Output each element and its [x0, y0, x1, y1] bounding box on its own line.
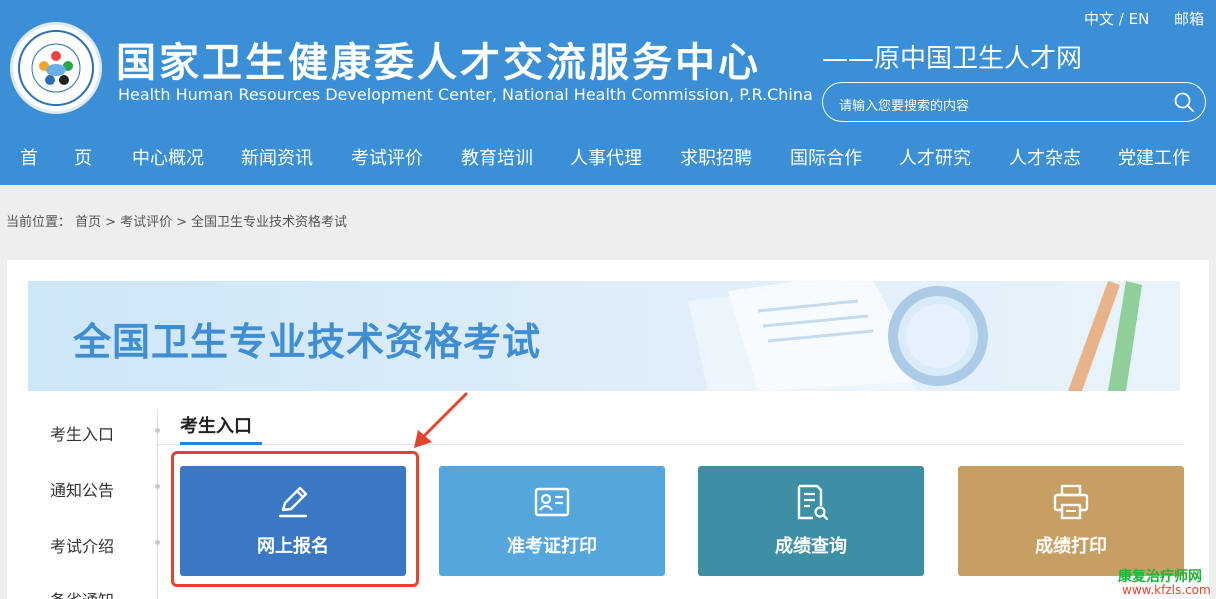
admission-ticket-print-button[interactable]: 准考证打印	[439, 466, 665, 576]
tab-candidate-entry[interactable]: 考生入口	[180, 412, 252, 438]
sidebar-item-notices[interactable]: 通知公告	[50, 477, 114, 501]
sidebar-item-exam-intro[interactable]: 考试介绍	[50, 533, 114, 557]
nav-item-training[interactable]: 教育培训	[461, 144, 533, 170]
site-header: 国家卫生健康委人才交流服务中心 Health Human Resources D…	[0, 0, 1216, 185]
breadcrumb-current: 全国卫生专业技术资格考试	[191, 215, 348, 230]
banner-title: 全国卫生专业技术资格考试	[73, 320, 542, 364]
document-search-icon	[797, 484, 829, 521]
nav-item-magazine[interactable]: 人才杂志	[1009, 144, 1081, 170]
search-box[interactable]: 请输入您要搜索的内容	[822, 82, 1206, 122]
tile-label: 成绩打印	[1035, 536, 1107, 557]
watermark-url: www.kfzls.com	[1122, 583, 1211, 597]
nav-item-international[interactable]: 国际合作	[790, 144, 862, 170]
site-title-english: Health Human Resources Development Cente…	[118, 85, 813, 104]
logo-seal-icon	[18, 30, 94, 106]
breadcrumb-exams[interactable]: 考试评价	[120, 215, 172, 230]
score-query-button[interactable]: 成绩查询	[698, 466, 924, 576]
nav-item-party[interactable]: 党建工作	[1118, 144, 1190, 170]
search-input[interactable]: 请输入您要搜索的内容	[839, 95, 969, 114]
nav-item-research[interactable]: 人才研究	[899, 144, 971, 170]
sidebar-dot	[155, 428, 160, 433]
sidebar-item-candidate-entry[interactable]: 考生入口	[50, 421, 114, 445]
sidebar-dot	[155, 484, 160, 489]
annotation-highlight-box	[171, 451, 419, 587]
language-switch[interactable]: 中文 / EN	[1084, 8, 1149, 29]
nav-item-about[interactable]: 中心概况	[132, 144, 204, 170]
nav-item-news[interactable]: 新闻资讯	[241, 144, 313, 170]
tile-label: 成绩查询	[775, 536, 847, 557]
sidebar-divider	[157, 410, 158, 599]
breadcrumb-separator: >	[176, 215, 187, 230]
nav-item-personnel[interactable]: 人事代理	[570, 144, 642, 170]
tile-label: 准考证打印	[507, 536, 597, 557]
site-subtitle: ——原中国卫生人才网	[822, 44, 1083, 74]
breadcrumb-separator: >	[105, 215, 117, 230]
exam-banner: 全国卫生专业技术资格考试	[28, 281, 1180, 391]
sidebar-dot	[155, 540, 160, 545]
org-logo[interactable]	[10, 22, 102, 114]
nav-item-jobs[interactable]: 求职招聘	[680, 144, 752, 170]
nav-item-home[interactable]: 首 页	[20, 144, 92, 170]
printer-icon	[1053, 484, 1089, 520]
main-nav: 首 页 中心概况 新闻资讯 考试评价 教育培训 人事代理 求职招聘 国际合作 人…	[0, 140, 1216, 174]
site-title: 国家卫生健康委人才交流服务中心	[116, 40, 761, 86]
annotation-arrow-icon	[414, 392, 468, 448]
breadcrumb-home[interactable]: 首页	[75, 215, 101, 230]
breadcrumb-prefix: 当前位置：	[6, 215, 72, 230]
score-print-button[interactable]: 成绩打印	[958, 466, 1184, 576]
search-icon[interactable]	[1173, 91, 1195, 113]
breadcrumb: 当前位置： 首页 > 考试评价 > 全国卫生专业技术资格考试	[6, 211, 347, 230]
mail-link[interactable]: 邮箱	[1174, 8, 1204, 29]
tab-active-indicator	[180, 442, 262, 445]
tab-divider	[158, 444, 1184, 445]
nav-item-exams[interactable]: 考试评价	[351, 144, 423, 170]
id-card-icon	[534, 487, 570, 517]
banner-illustration	[688, 281, 1142, 391]
sidebar-item-provincial-notices[interactable]: 备省通知	[50, 587, 114, 599]
